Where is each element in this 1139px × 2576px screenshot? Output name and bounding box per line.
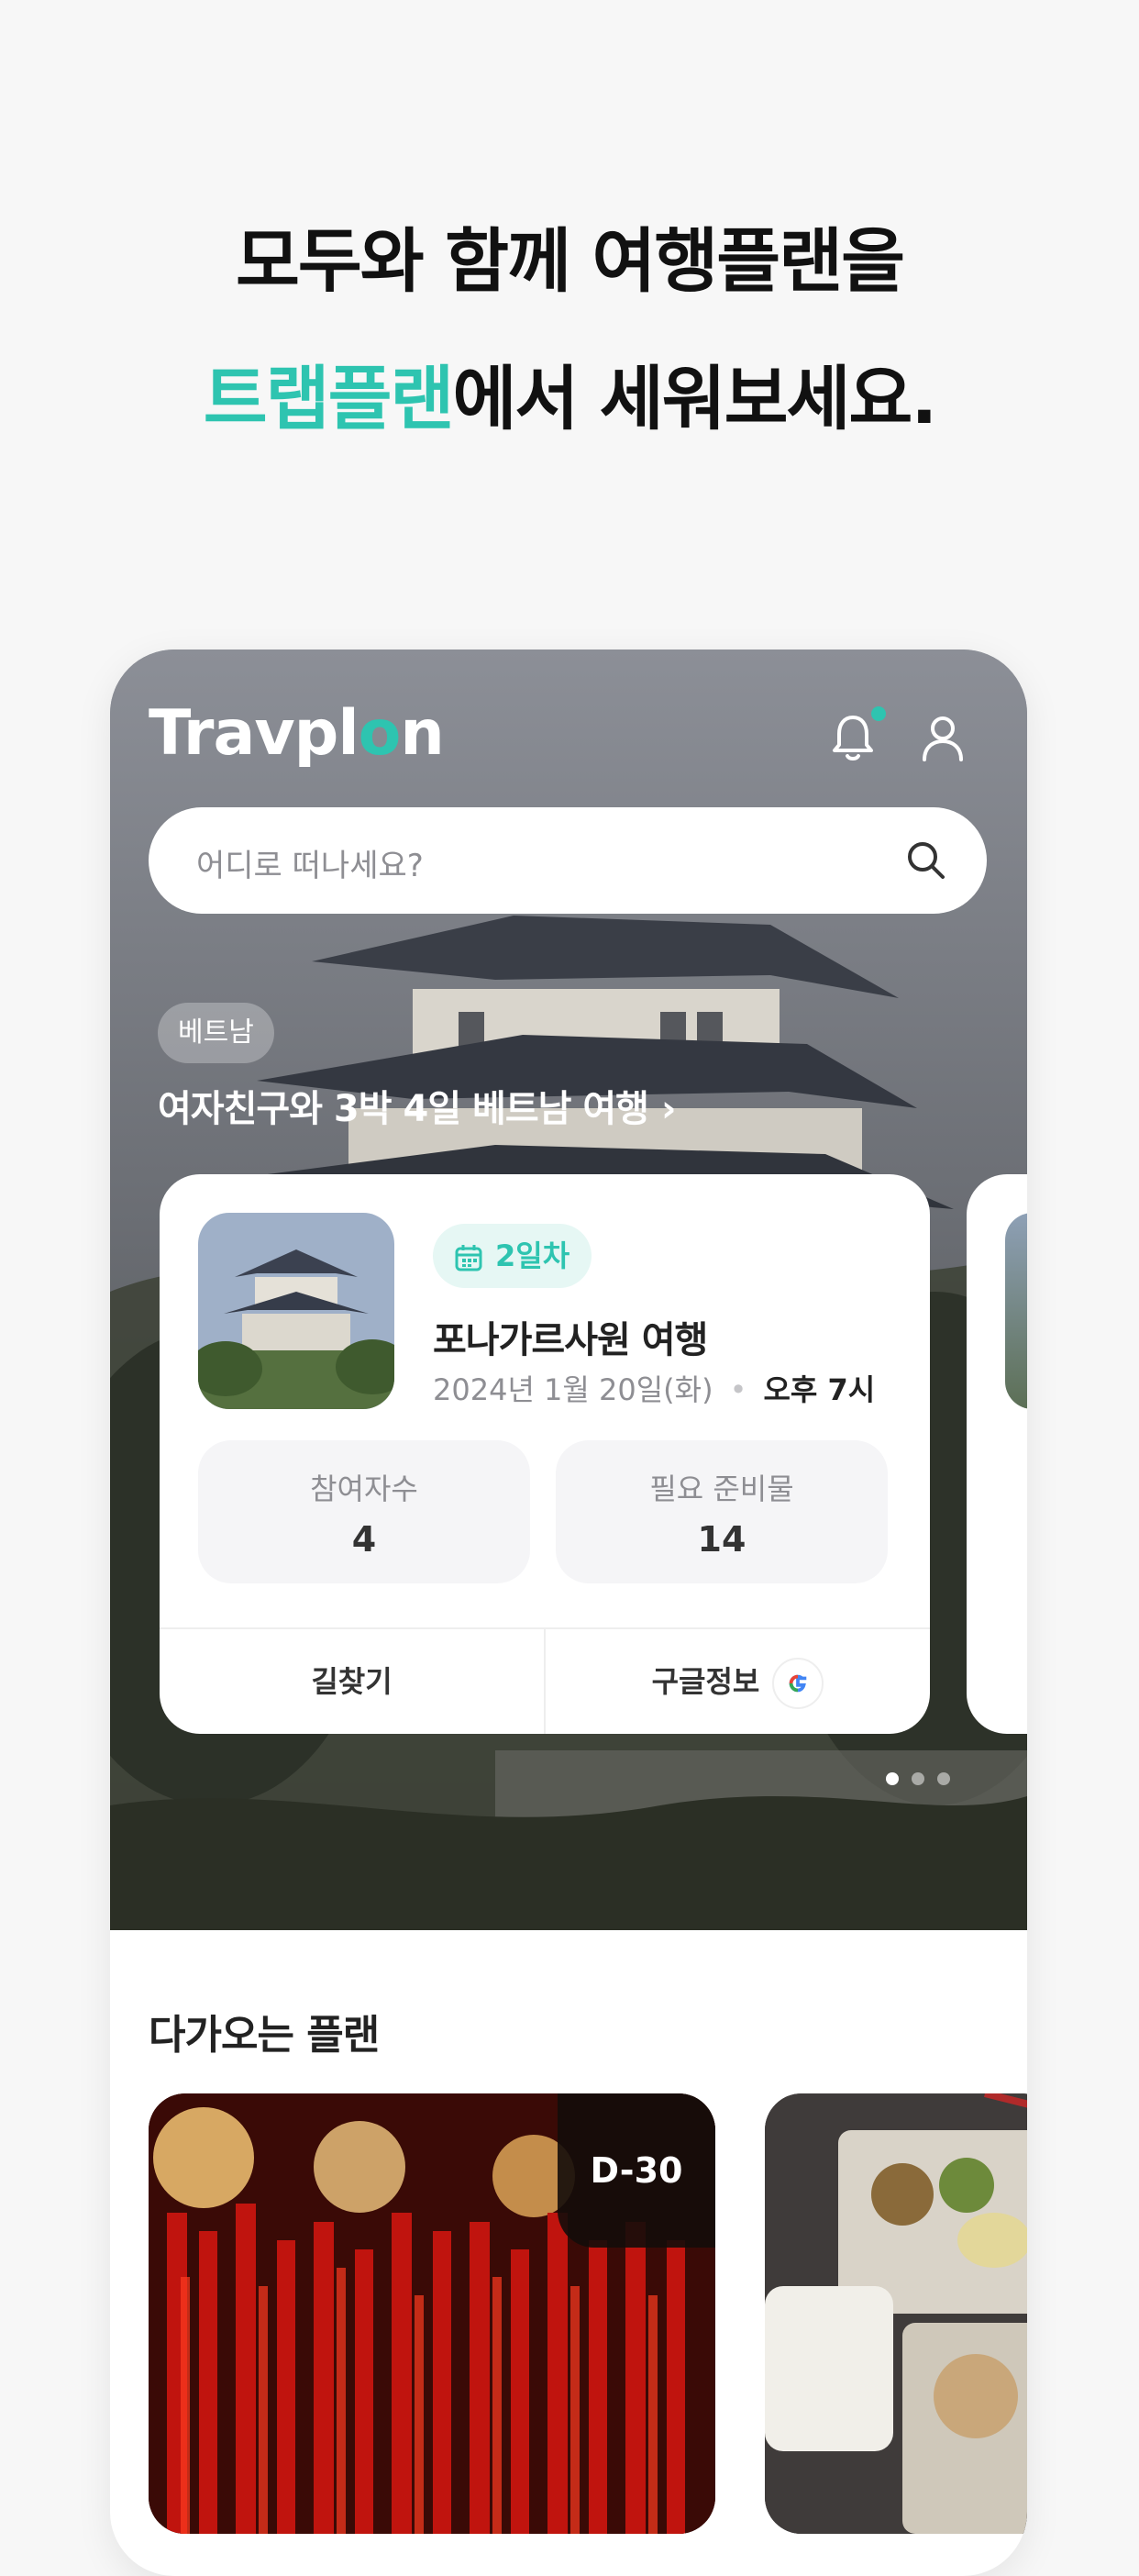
plan-name: 포나가르사원 여행: [433, 1319, 708, 1361]
next-plan-card-peek[interactable]: [967, 1174, 1027, 1734]
stat-participants: 참여자수 4: [198, 1440, 530, 1583]
stat-participants-value: 4: [351, 1519, 377, 1560]
google-icon: [772, 1658, 824, 1709]
country-tag: 베트남: [158, 1003, 274, 1063]
headline-line-2-rest: 에서 세워보세요.: [452, 358, 937, 439]
featured-trip-title[interactable]: 여자친구와 3박 4일 베트남 여행 ›: [158, 1079, 677, 1132]
logo-text-prefix: Travpl: [149, 697, 359, 770]
card-actions: 길찾기 구글정보: [160, 1627, 930, 1734]
notification-dot: [871, 706, 886, 721]
directions-button[interactable]: 길찾기: [160, 1629, 544, 1734]
search-placeholder: 어디로 떠나세요?: [196, 848, 424, 884]
calendar-icon: [455, 1245, 482, 1271]
plan-thumbnail: [198, 1213, 394, 1409]
day-badge: 2일차: [433, 1224, 592, 1288]
phone-frame: Travplon 어디로 떠나세요? 베트남 여자친구와 3박 4일 베트남 여…: [110, 650, 1027, 2576]
day-badge-label: 2일차: [495, 1238, 570, 1273]
upcoming-plan-card-2[interactable]: [765, 2093, 1027, 2534]
next-plan-thumbnail: [1005, 1213, 1027, 1409]
search-icon[interactable]: [902, 837, 950, 884]
logo-pin: o: [358, 697, 402, 770]
plan-date: 2024년 1월 20일(화): [433, 1372, 713, 1407]
pager-dot-3[interactable]: [937, 1772, 950, 1785]
plan-time: 오후 7시: [763, 1372, 876, 1407]
chevron-right-icon: ›: [660, 1088, 677, 1130]
upcoming-plan-card-1[interactable]: D-30: [149, 2093, 715, 2534]
user-icon[interactable]: [915, 710, 970, 765]
pager-dot-1[interactable]: [886, 1772, 899, 1785]
headline: 모두와 함께 여행플랜을 트랩플랜에서 세워보세요.: [0, 193, 1139, 468]
stat-supplies-label: 필요 준비물: [649, 1471, 794, 1506]
food-bento-image: [765, 2093, 1027, 2534]
upcoming-plans-title: 다가오는 플랜: [149, 2012, 380, 2059]
featured-trip-title-text: 여자친구와 3박 4일 베트남 여행: [158, 1088, 649, 1130]
separator-dot: •: [729, 1372, 747, 1407]
stat-supplies: 필요 준비물 14: [556, 1440, 888, 1583]
dday-badge: D-30: [558, 2093, 715, 2248]
headline-accent: 트랩플랜: [203, 358, 455, 439]
google-info-button[interactable]: 구글정보: [544, 1629, 930, 1734]
stat-supplies-value: 14: [697, 1519, 746, 1560]
logo-text-suffix: n: [400, 697, 444, 770]
google-info-label: 구글정보: [651, 1664, 760, 1699]
pager-dot-2[interactable]: [912, 1772, 924, 1785]
plan-card[interactable]: 2일차 포나가르사원 여행 2024년 1월 20일(화) • 오후 7시 참여자수…: [160, 1174, 930, 1734]
plan-datetime: 2024년 1월 20일(화) • 오후 7시: [433, 1367, 875, 1409]
app-logo: Travplon: [149, 697, 445, 770]
headline-line-2: 트랩플랜에서 세워보세요.: [0, 330, 1139, 468]
stat-participants-label: 참여자수: [310, 1471, 418, 1506]
carousel-pager: [886, 1772, 950, 1785]
search-bar[interactable]: 어디로 떠나세요?: [149, 807, 987, 914]
headline-line-1: 모두와 함께 여행플랜을: [235, 220, 905, 302]
hero-background: Travplon 어디로 떠나세요? 베트남 여자친구와 3박 4일 베트남 여…: [110, 650, 1027, 1930]
